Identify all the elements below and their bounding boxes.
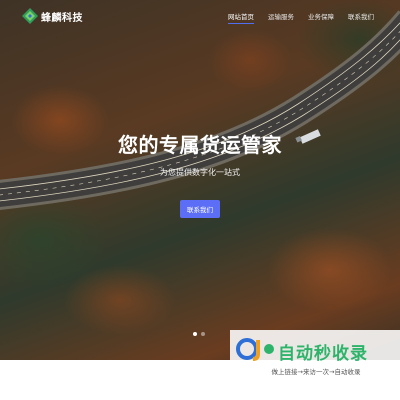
watermark-logo-icon bbox=[236, 338, 274, 361]
nav-item-contact[interactable]: 联系我们 bbox=[348, 11, 374, 24]
main-nav: 网站首页 运输服务 业务保障 联系我们 bbox=[228, 11, 374, 24]
watermark-banner: 自动秒收录 做上链接→来访一次→自动收录 bbox=[230, 330, 400, 376]
carousel-dot[interactable] bbox=[193, 332, 197, 336]
carousel-pagination bbox=[193, 332, 205, 336]
nav-item-home[interactable]: 网站首页 bbox=[228, 11, 254, 24]
brand-name: 蜂麟科技 bbox=[41, 12, 83, 24]
watermark-title: 自动秒收录 bbox=[278, 344, 368, 364]
contact-us-button[interactable]: 联系我们 bbox=[180, 200, 220, 218]
highway-road-image bbox=[0, 10, 400, 210]
nav-item-transport[interactable]: 运输服务 bbox=[268, 11, 294, 24]
watermark-subtitle: 做上链接→来访一次→自动收录 bbox=[271, 368, 361, 376]
nav-item-assurance[interactable]: 业务保障 bbox=[308, 11, 334, 24]
carousel-dot[interactable] bbox=[201, 332, 205, 336]
brand-logo[interactable]: 蜂麟科技 bbox=[22, 8, 83, 24]
hero-headline: 您的专属货运管家 bbox=[118, 133, 282, 157]
logo-icon bbox=[22, 8, 38, 24]
hero-banner: 蜂麟科技 网站首页 运输服务 业务保障 联系我们 您的专属货运管家 为您提供数字… bbox=[0, 0, 400, 360]
hero-subline: 为您提供数字化一站式 bbox=[160, 168, 240, 177]
